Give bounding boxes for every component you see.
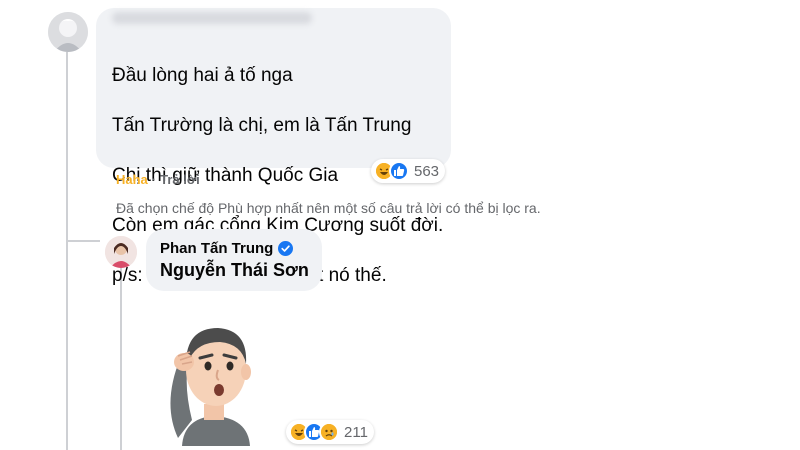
comment-line: Tấn Trường là chị, em là Tấn Trung	[112, 115, 412, 136]
comment-actions: Haha · Trả lời	[116, 172, 200, 187]
reply-reaction-count: 211	[344, 423, 368, 441]
reply-author-avatar[interactable]	[105, 236, 137, 268]
action-separator: ·	[151, 172, 157, 187]
avatar-image	[105, 236, 137, 268]
reply-author-row: Phan Tấn Trung	[160, 240, 294, 257]
thread-line-branch	[66, 240, 100, 242]
comment-reactions[interactable]: 563	[371, 159, 446, 183]
verified-badge-icon	[278, 241, 294, 256]
comment-line: Đầu lòng hai ả tố nga	[112, 65, 293, 86]
thinking-avatar-sticker	[170, 328, 251, 446]
reply-link[interactable]: Trả lời	[160, 172, 200, 187]
reply-reactions[interactable]: 211	[286, 420, 374, 444]
reply-author-name[interactable]: Phan Tấn Trung	[160, 240, 273, 257]
comment-reaction-count: 563	[414, 162, 440, 180]
reply-tagged-name[interactable]: Nguyễn Thái Sơn	[160, 260, 309, 281]
comment-author-avatar[interactable]	[48, 12, 88, 52]
reacted-haha-link[interactable]: Haha	[116, 172, 148, 187]
comment-author-name-blurred[interactable]	[112, 12, 312, 24]
filter-note: Đã chọn chế độ Phù hợp nhất nên một số c…	[116, 200, 541, 216]
thread-line-main	[66, 50, 68, 450]
like-icon	[389, 161, 409, 181]
avatar-image	[48, 12, 88, 52]
sad-icon	[319, 422, 339, 442]
